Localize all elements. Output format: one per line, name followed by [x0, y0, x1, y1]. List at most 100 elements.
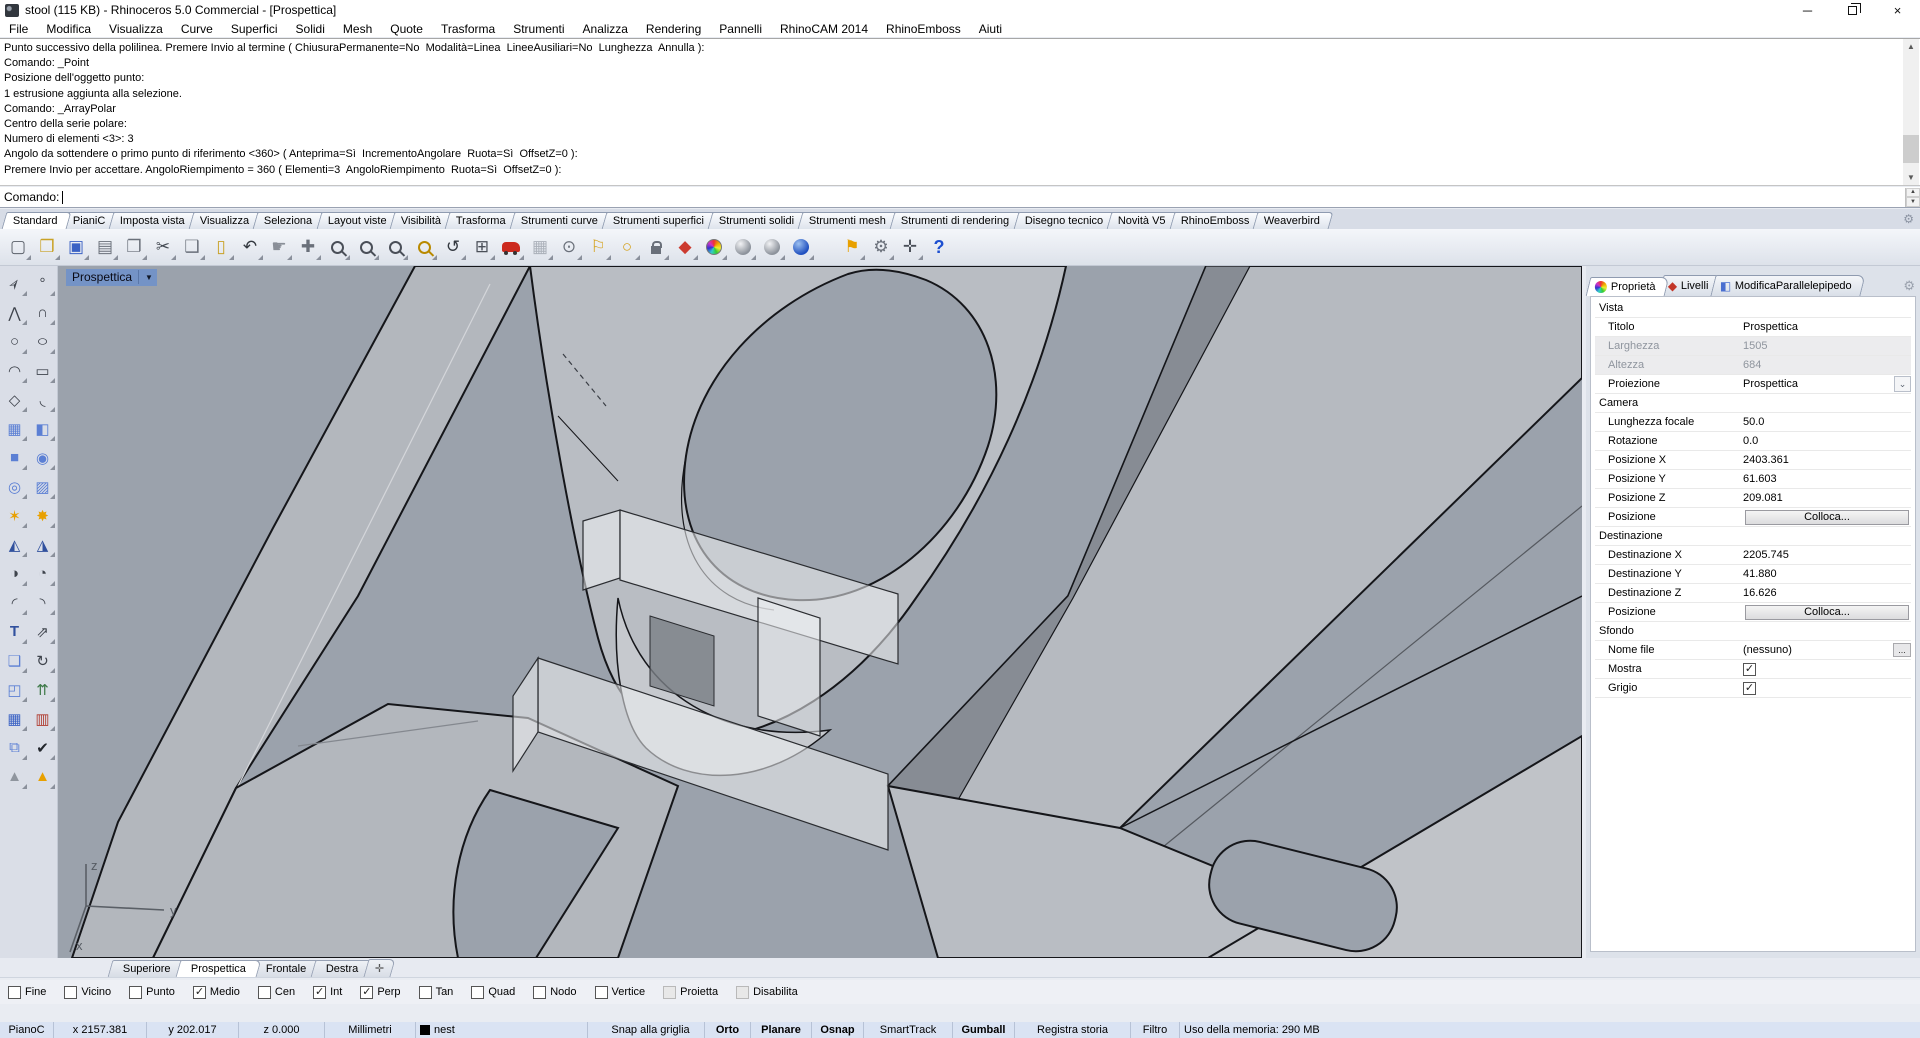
property-value[interactable]: Prospettica ⌄: [1743, 375, 1911, 393]
menu-item-mesh[interactable]: Mesh: [334, 21, 381, 37]
viewport-prospettica[interactable]: z y x Prospettica ▼: [58, 266, 1582, 958]
boolean-union-button[interactable]: ◑: [1, 559, 29, 588]
osnap-vertice[interactable]: Vertice: [594, 985, 645, 999]
color-wheel-button[interactable]: [700, 233, 728, 261]
menu-item-modifica[interactable]: Modifica: [37, 21, 100, 37]
restore-button[interactable]: [1830, 0, 1875, 20]
toolbar-tab-strumenti-superfici[interactable]: Strumenti superfici: [601, 212, 718, 229]
viewport-tab-prospettica[interactable]: Prospettica: [175, 960, 262, 977]
osnap-checkbox-nodo[interactable]: [533, 985, 547, 999]
toolbar-tab-visualizza[interactable]: Visualizza: [188, 212, 263, 229]
zoom-extents-button[interactable]: [410, 233, 438, 261]
toolbar-tab-strumenti-solidi[interactable]: Strumenti solidi: [707, 212, 808, 229]
chamfer-edge-button[interactable]: ◝: [29, 588, 57, 617]
osnap-vicino[interactable]: Vicino: [64, 985, 111, 999]
panel-tab-modificaparallelepipedo[interactable]: ◧ ModificaParallelepipedo: [1710, 275, 1867, 296]
text-button[interactable]: T: [1, 617, 29, 646]
property-value[interactable]: Colloca...: [1743, 603, 1911, 621]
status-pane-gumball[interactable]: Gumball: [953, 1022, 1015, 1038]
zoom-window-button[interactable]: [352, 233, 380, 261]
property-value[interactable]: 209.081: [1743, 489, 1911, 507]
fillet-edge-button[interactable]: ◜: [1, 588, 29, 617]
browse-button[interactable]: ...: [1893, 643, 1911, 657]
cut-button[interactable]: ✂: [149, 233, 177, 261]
property-value[interactable]: Prospettica: [1743, 318, 1911, 336]
polygon-button[interactable]: ◇: [1, 385, 29, 414]
osnap-proietta[interactable]: Proietta: [663, 985, 718, 999]
toolbar-tab-strumenti-di-rendering[interactable]: Strumenti di rendering: [890, 212, 1024, 229]
rotate-button[interactable]: ↻: [29, 646, 57, 675]
open-folder-button[interactable]: ❒: [33, 233, 61, 261]
minimize-button[interactable]: ─: [1785, 0, 1830, 20]
osnap-checkbox-perp[interactable]: ✓: [360, 985, 374, 999]
paste-button[interactable]: ▯: [207, 233, 235, 261]
toolbar-tab-disegno-tecnico[interactable]: Disegno tecnico: [1013, 212, 1117, 229]
menu-item-quote[interactable]: Quote: [381, 21, 432, 37]
toolbar-tab-imposta-vista[interactable]: Imposta vista: [108, 212, 199, 229]
toolbar-tab-standard[interactable]: Standard: [1, 212, 72, 229]
osnap-checkbox-vertice[interactable]: [594, 985, 608, 999]
osnap-medio[interactable]: ✓ Medio: [192, 985, 240, 999]
property-value[interactable]: 41.880: [1743, 565, 1911, 583]
arc-button[interactable]: ◠: [1, 356, 29, 385]
panel-gear-icon[interactable]: ⚙: [1903, 278, 1915, 294]
command-spinner[interactable]: ▲ ▼: [1905, 187, 1920, 207]
print-button[interactable]: ▤: [91, 233, 119, 261]
circle-button[interactable]: ○: [1, 327, 29, 356]
polar-array-button[interactable]: ▥: [29, 704, 57, 733]
dimension-button[interactable]: ✛: [896, 233, 924, 261]
panel-tab-proprietà[interactable]: Proprietà: [1585, 277, 1670, 296]
checkbox-grigio[interactable]: ✓: [1743, 681, 1756, 695]
osnap-punto[interactable]: Punto: [129, 985, 175, 999]
cone-button[interactable]: ▲: [1, 762, 29, 791]
four-viewports-button[interactable]: ⊞: [468, 233, 496, 261]
copy-button[interactable]: ❑: [178, 233, 206, 261]
zoom-selected-button[interactable]: [381, 233, 409, 261]
move-button[interactable]: ⇗: [29, 617, 57, 646]
srf-control-points-button[interactable]: ▦: [1, 414, 29, 443]
rotate-view-button[interactable]: ✚: [294, 233, 322, 261]
toolbar-tab-strumenti-mesh[interactable]: Strumenti mesh: [798, 212, 900, 229]
save-button[interactable]: ▣: [62, 233, 90, 261]
viewport-tab-superiore[interactable]: Superiore: [107, 960, 187, 977]
torus-button[interactable]: ◎: [1, 472, 29, 501]
osnap-checkbox-tan[interactable]: [418, 985, 432, 999]
explode-button[interactable]: ✶: [1, 501, 29, 530]
property-value[interactable]: 61.603: [1743, 470, 1911, 488]
pyramid-hand-button[interactable]: ▲: [29, 762, 57, 791]
status-pane-nest[interactable]: nest: [416, 1022, 588, 1038]
shaded-shield-button[interactable]: ◆: [671, 233, 699, 261]
scroll-thumb[interactable]: [1903, 135, 1919, 163]
extract-button[interactable]: ✸: [29, 501, 57, 530]
flag-button[interactable]: ⚑: [838, 233, 866, 261]
status-pane-registra-storia[interactable]: Registra storia: [1015, 1022, 1131, 1038]
point-button[interactable]: °: [29, 269, 57, 298]
chevron-down-icon[interactable]: ▼: [145, 273, 153, 282]
trim-button[interactable]: ◭: [1, 530, 29, 559]
property-value[interactable]: 0.0: [1743, 432, 1911, 450]
toolbar-tab-weaverbird[interactable]: Weaverbird: [1252, 212, 1334, 229]
property-value[interactable]: 2403.361: [1743, 451, 1911, 469]
sphere-button[interactable]: ◉: [29, 443, 57, 472]
pan-hand-button[interactable]: ☛: [265, 233, 293, 261]
status-pane-filtro[interactable]: Filtro: [1131, 1022, 1180, 1038]
add-viewport-tab-button[interactable]: ✛: [362, 959, 396, 977]
render-region-button[interactable]: ▦: [526, 233, 554, 261]
scroll-down-icon[interactable]: ▼: [1903, 170, 1919, 185]
curve-fillet-button[interactable]: ◟: [29, 385, 57, 414]
colloca-button[interactable]: Colloca...: [1745, 509, 1909, 525]
menu-item-rendering[interactable]: Rendering: [637, 21, 710, 37]
status-pane-planare[interactable]: Planare: [751, 1022, 812, 1038]
osnap-checkbox-fine[interactable]: [8, 985, 21, 999]
status-pane-orto[interactable]: Orto: [705, 1022, 751, 1038]
property-value[interactable]: ✓: [1743, 660, 1911, 678]
menu-item-solidi[interactable]: Solidi: [287, 21, 334, 37]
lightbulb-button[interactable]: ○: [613, 233, 641, 261]
array-button[interactable]: ▦: [1, 704, 29, 733]
osnap-checkbox-cen[interactable]: [257, 985, 271, 999]
options-gear-button[interactable]: ⚙: [867, 233, 895, 261]
scroll-up-icon[interactable]: ▲: [1903, 39, 1919, 54]
copy-object-button[interactable]: ❑: [1, 646, 29, 675]
osnap-int[interactable]: ✓ Int: [313, 985, 342, 999]
checkbox-mostra[interactable]: ✓: [1743, 662, 1756, 676]
